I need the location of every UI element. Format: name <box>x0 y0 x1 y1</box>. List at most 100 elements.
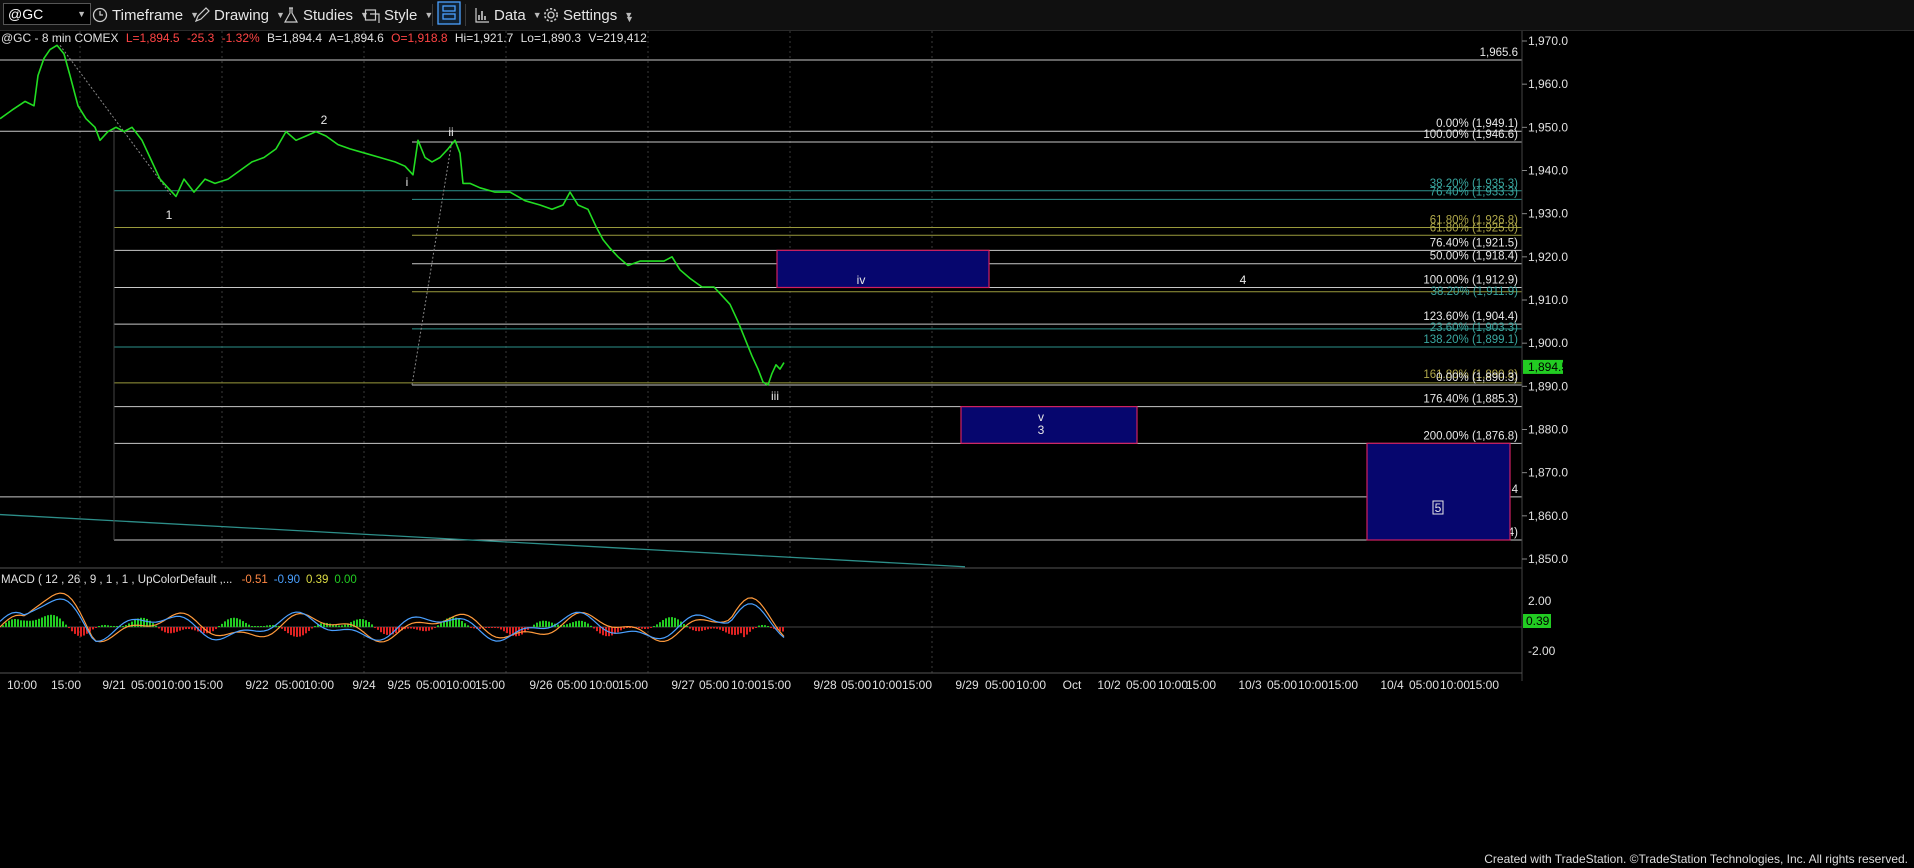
price-tick-label: 1,910.0 <box>1528 293 1568 307</box>
toolbar-overflow-icon[interactable]: ▼ <box>625 8 634 30</box>
macd-histogram-bar <box>314 626 316 627</box>
time-tick-label: 15:00 <box>1469 678 1499 692</box>
macd-histogram-bar <box>749 627 751 632</box>
symbol-status-line: @GC - 8 min COMEX L=1,894.5 -25.3 -1.32%… <box>1 31 647 45</box>
time-tick-label: 10:00 <box>589 678 619 692</box>
macd-histogram-bar <box>53 615 55 627</box>
style-button[interactable]: Style ▼ <box>364 4 433 26</box>
macd-histogram-bar <box>377 627 379 630</box>
macd-histogram-bar <box>224 621 226 627</box>
macd-histogram-bar <box>521 627 523 635</box>
price-tick-label: 1,970.0 <box>1528 34 1568 48</box>
macd-histogram-bar <box>572 622 574 627</box>
macd-histogram-bar <box>11 619 13 627</box>
macd-histogram-bar <box>728 627 730 634</box>
price-tick-label: 1,870.0 <box>1528 466 1568 480</box>
macd-histogram-bar <box>110 625 112 627</box>
fib-level-label: 23.60% (1,903.3) <box>1430 322 1518 334</box>
time-tick-label: 15:00 <box>1186 678 1216 692</box>
fib-level-label: 200.00% (1,876.8) <box>1423 430 1518 442</box>
status-bid: B=1,894.4 <box>267 31 322 45</box>
macd-histogram-bar <box>260 626 262 627</box>
macd-histogram-bar <box>185 627 187 630</box>
clock-icon <box>92 7 108 23</box>
timeframe-button[interactable]: Timeframe ▼ <box>92 4 199 26</box>
drawing-label: Drawing <box>214 6 270 24</box>
macd-histogram-bar <box>68 627 70 629</box>
macd-histogram-bar <box>596 627 598 632</box>
macd-histogram-bar <box>671 617 673 627</box>
data-label: Data <box>494 6 526 24</box>
fib-level-label: 76.40% (1,921.5) <box>1430 237 1518 249</box>
macd-histogram-bar <box>176 627 178 632</box>
macd-histogram-bar <box>248 624 250 627</box>
style-icon <box>364 9 380 23</box>
settings-button[interactable]: Settings ▼ <box>543 4 633 26</box>
macd-histogram-bar <box>509 627 511 635</box>
macd-histogram-bar <box>644 627 646 630</box>
drawing-button[interactable]: Drawing ▼ <box>194 4 285 26</box>
macd-histogram-bar <box>722 627 724 631</box>
macd-histogram-bar <box>269 625 271 627</box>
price-tick-label: 1,920.0 <box>1528 250 1568 264</box>
settings-label: Settings <box>563 6 618 24</box>
time-tick-label: 05:00 <box>131 678 161 692</box>
time-tick-label: 10:00 <box>1440 678 1470 692</box>
macd-histogram-bar <box>65 624 67 627</box>
toolbar-divider <box>432 4 433 26</box>
macd-histogram-bar <box>98 626 100 627</box>
copyright-footer: Created with TradeStation. ©TradeStation… <box>1484 852 1908 866</box>
macd-histogram-bar <box>254 626 256 627</box>
data-button[interactable]: Data ▼ <box>474 4 542 26</box>
studies-button[interactable]: Studies ▼ <box>283 4 369 26</box>
time-tick-label: 10:00 <box>446 678 476 692</box>
macd-histogram-bar <box>767 626 769 627</box>
macd-histogram-bar <box>155 625 157 627</box>
macd-histogram-bar <box>266 625 268 627</box>
macd-histogram-bar <box>50 614 52 627</box>
price-tick-label: 1,850.0 <box>1528 552 1568 566</box>
caret-icon: ▼ <box>532 10 542 20</box>
macd-histogram-bar <box>296 627 298 637</box>
fib-level-label: 100.00% (1,912.9) <box>1423 274 1518 286</box>
macd-histogram-bar <box>164 627 166 633</box>
macd-histogram-bar <box>413 627 415 629</box>
macd-histogram-bar <box>158 627 160 629</box>
status-change: -25.3 <box>187 31 215 45</box>
time-tick-label: 10:00 <box>7 678 37 692</box>
macd-histogram-bar <box>263 626 265 627</box>
macd-histogram-bar <box>38 618 40 627</box>
macd-histogram-bar <box>659 622 661 627</box>
macd-value: -0.51 <box>242 574 268 586</box>
macd-histogram-bar <box>62 621 64 627</box>
macd-histogram-bar <box>653 626 655 627</box>
macd-histogram-bar <box>716 627 718 629</box>
time-tick-label: 15:00 <box>761 678 791 692</box>
macd-histogram-bar <box>407 627 409 629</box>
time-tick-label: 9/28 <box>813 678 837 692</box>
wave-label: iv <box>857 273 866 287</box>
time-tick-label: 15:00 <box>902 678 932 692</box>
macd-histogram-bar <box>755 627 757 628</box>
macd-histogram-bar <box>311 627 313 629</box>
price-tick-label: 1,960.0 <box>1528 77 1568 91</box>
chart-area[interactable]: 1,965.60.00% (1,949.1)100.00% (1,946.6)3… <box>0 31 1914 868</box>
macd-histogram-bar <box>101 625 103 627</box>
symbol-input[interactable]: @GC ▼ <box>3 3 91 25</box>
macd-histogram-bar <box>17 619 19 627</box>
macd-histogram-bar <box>479 627 481 629</box>
macd-histogram-bar <box>491 627 493 628</box>
time-tick-label: 9/24 <box>352 678 376 692</box>
macd-histogram-bar <box>569 623 571 627</box>
macd-tick-label: 2.00 <box>1528 594 1552 608</box>
fib-level-label: 138.20% (1,899.1) <box>1423 334 1518 346</box>
time-tick-label: 9/25 <box>387 678 411 692</box>
macd-histogram-bar <box>80 627 82 637</box>
macd-histogram-bar <box>662 620 664 627</box>
macd-histogram-bar <box>74 627 76 634</box>
macd-histogram-bar <box>236 618 238 627</box>
layout-button[interactable] <box>437 1 465 25</box>
macd-histogram-bar <box>20 620 22 627</box>
macd-histogram-bar <box>251 625 253 627</box>
macd-histogram-bar <box>575 621 577 627</box>
